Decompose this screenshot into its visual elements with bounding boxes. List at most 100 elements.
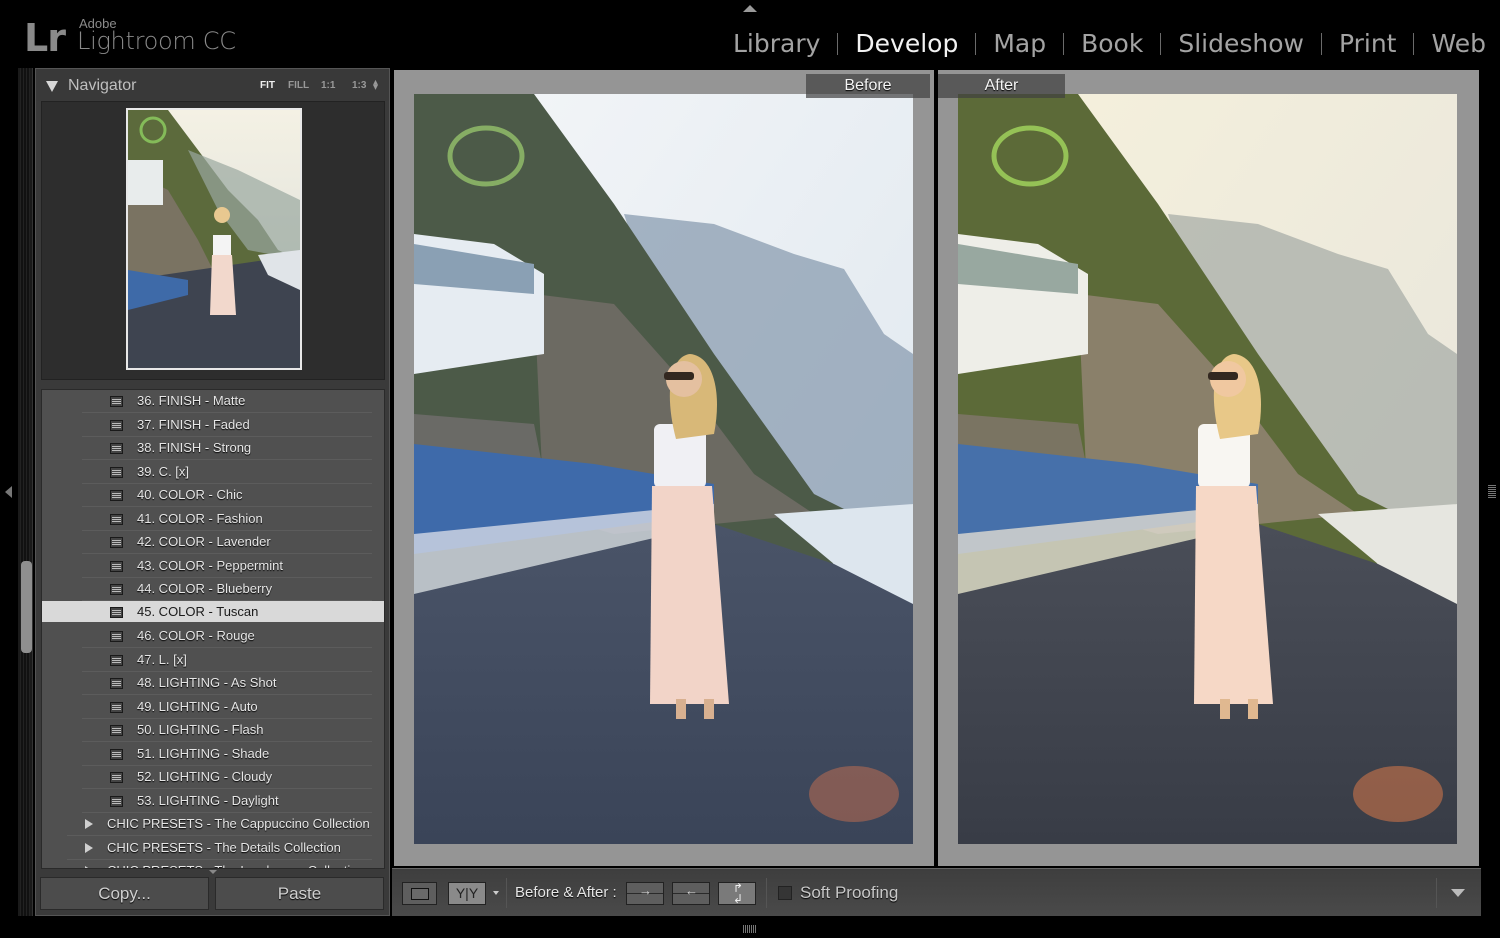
preset-icon [110, 490, 123, 501]
preset-item[interactable]: 53. LIGHTING - Daylight [82, 790, 372, 813]
preset-label: 52. LIGHTING - Cloudy [137, 769, 273, 784]
module-library[interactable]: Library [733, 29, 820, 58]
develop-toolbar: Y|Y Before & After : → ← ↱ ↲ Soft Proofin… [392, 868, 1481, 916]
paste-button[interactable]: Paste [215, 877, 384, 910]
before-after-mode-button[interactable]: Y|Y [448, 882, 486, 905]
preset-icon [110, 560, 123, 572]
thumbnail-photo [128, 110, 300, 368]
folder-label: CHIC PRESETS - The Details Collection [107, 839, 341, 855]
preset-icon [110, 396, 123, 407]
preset-label: 45. COLOR - Tuscan [137, 604, 259, 619]
preset-icon [110, 748, 123, 760]
preset-item[interactable]: 49. LIGHTING - Auto [82, 696, 372, 719]
preset-icon [110, 678, 123, 689]
preset-label: 39. C. [x] [137, 463, 190, 479]
copy-button[interactable]: Copy... [40, 877, 209, 910]
arrow-left-icon: ← [685, 883, 698, 898]
module-slideshow[interactable]: Slideshow [1178, 29, 1304, 58]
soft-proofing-checkbox[interactable] [778, 886, 792, 900]
preset-item[interactable]: 52. LIGHTING - Cloudy [82, 766, 372, 789]
before-view[interactable]: Before [394, 70, 934, 866]
module-develop[interactable]: Develop [855, 29, 958, 58]
preset-item[interactable]: 47. L. [x] [82, 649, 372, 672]
preset-item[interactable]: 41. COLOR - Fashion [82, 508, 372, 531]
before-photo[interactable] [414, 94, 913, 844]
preset-item[interactable]: 36. FINISH - Matte [82, 390, 372, 413]
brand-product: Lightroom CC [77, 27, 236, 55]
preset-item-selected[interactable]: 45. COLOR - Tuscan [42, 601, 384, 622]
navigator-preview[interactable] [41, 101, 385, 380]
navigator-thumbnail[interactable] [126, 108, 302, 370]
navigator-header[interactable]: Navigator FIT FILL 1:1 1:3 ▴ ▾ [36, 69, 389, 101]
preset-folder[interactable]: CHIC PRESETS - The Details Collection [67, 837, 372, 860]
preset-item[interactable]: 38. FINISH - Strong [82, 437, 372, 460]
left-panel-edge [18, 68, 33, 916]
preset-item[interactable]: 51. LIGHTING - Shade [82, 743, 372, 766]
preset-item[interactable]: 44. COLOR - Blueberry [82, 578, 372, 601]
preset-item[interactable]: 37. FINISH - Faded [82, 414, 372, 437]
after-view[interactable]: After [938, 70, 1479, 866]
zoom-stepper-icon[interactable]: ▴ ▾ [373, 78, 378, 93]
arrow-right-icon: → [639, 883, 652, 898]
module-web[interactable]: Web [1431, 29, 1486, 58]
preset-icon [110, 466, 123, 478]
zoom-1-3[interactable]: 1:3 [352, 80, 366, 91]
preset-item[interactable]: 39. C. [x] [82, 461, 372, 484]
panel-drag-icon[interactable] [209, 870, 217, 874]
copy-after-to-before-button[interactable]: ← [672, 882, 710, 905]
after-label: After [938, 74, 1065, 98]
view-mode-dropdown-icon[interactable] [493, 891, 499, 895]
preset-item[interactable]: 43. COLOR - Peppermint [82, 555, 372, 578]
preset-label: 47. L. [x] [137, 651, 187, 667]
expand-triangle-icon[interactable] [85, 819, 93, 829]
preset-folder[interactable]: CHIC PRESETS - The Landscape Collection [67, 860, 372, 868]
preset-icon [110, 537, 123, 548]
preset-label: 44. COLOR - Blueberry [137, 581, 273, 596]
preset-icon [110, 654, 123, 666]
presets-scrollbar[interactable] [21, 561, 32, 653]
toolbar-divider [1436, 878, 1437, 908]
preset-label: 36. FINISH - Matte [137, 393, 246, 408]
left-panel-toggle-icon[interactable] [5, 486, 12, 498]
zoom-fill[interactable]: FILL [288, 80, 309, 91]
preset-label: 48. LIGHTING - As Shot [137, 675, 277, 690]
module-separator [837, 32, 839, 55]
after-image [958, 94, 1457, 844]
preset-item[interactable]: 50. LIGHTING - Flash [82, 719, 372, 742]
preset-label: 49. LIGHTING - Auto [137, 698, 258, 714]
preset-item[interactable]: 48. LIGHTING - As Shot [82, 672, 372, 695]
module-separator [1063, 32, 1065, 55]
expand-triangle-icon[interactable] [85, 866, 93, 868]
preset-item[interactable]: 46. COLOR - Rouge [82, 625, 372, 648]
module-map[interactable]: Map [993, 29, 1046, 58]
module-separator [1160, 32, 1162, 55]
module-book[interactable]: Book [1081, 29, 1143, 58]
zoom-1-1[interactable]: 1:1 [321, 80, 335, 91]
preset-label: 42. COLOR - Lavender [137, 534, 271, 549]
preset-item[interactable]: 42. COLOR - Lavender [82, 531, 372, 554]
zoom-fit[interactable]: FIT [260, 80, 275, 91]
lightroom-window: Lr Adobe Lightroom CC Library Develop Ma… [0, 0, 1500, 938]
preset-item[interactable]: 40. COLOR - Chic [82, 484, 372, 507]
filmstrip-toggle-icon[interactable] [743, 925, 757, 933]
swap-before-after-button[interactable]: ↱ ↲ [718, 882, 756, 905]
toolbar-options-icon[interactable] [1451, 889, 1465, 897]
right-panel-toggle-icon[interactable] [1488, 485, 1496, 499]
preset-icon [110, 419, 123, 431]
top-panel-toggle-icon[interactable] [743, 5, 757, 12]
module-print[interactable]: Print [1339, 29, 1397, 58]
preset-icon [110, 631, 123, 642]
after-photo[interactable] [958, 94, 1457, 844]
preset-icon [110, 584, 123, 595]
preset-label: 50. LIGHTING - Flash [137, 722, 264, 737]
expand-triangle-icon[interactable] [85, 842, 93, 853]
preset-label: 37. FINISH - Faded [137, 416, 250, 432]
main-view: Before After Y|Y Before & After: → ← ↱ … [392, 68, 1481, 916]
folder-label: CHIC PRESETS - The Landscape Collection [107, 863, 365, 868]
preset-folder[interactable]: CHIC PRESETS - The Cappuccino Collection [67, 813, 372, 836]
copy-before-to-after-button[interactable]: → [626, 882, 664, 905]
preset-icon [110, 513, 123, 525]
collapse-triangle-icon[interactable] [46, 81, 58, 92]
loupe-view-button[interactable] [402, 882, 437, 905]
edge-texture [20, 68, 30, 916]
